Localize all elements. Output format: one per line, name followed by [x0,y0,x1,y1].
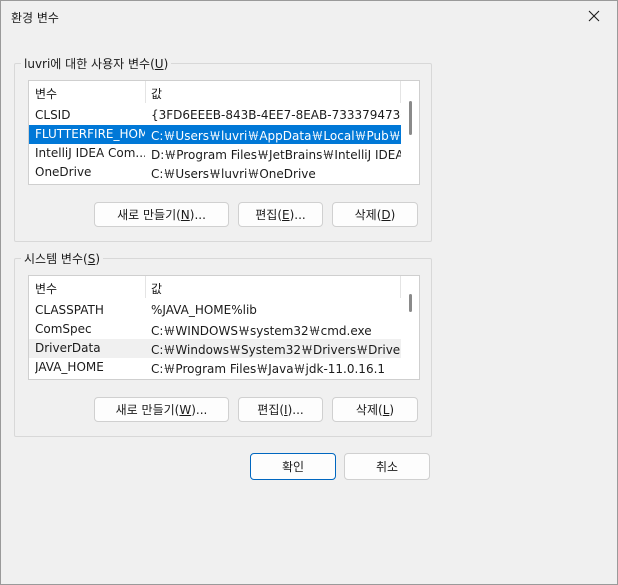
user-delete-button[interactable]: 삭제(D) [332,202,418,227]
list-header: 변수 값 [29,81,401,103]
variable-name: OneDrive [35,165,92,179]
title-bar: 환경 변수 [1,1,617,33]
column-header-value[interactable]: 값 [151,280,162,297]
system-variables-legend: 시스템 변수(S) [21,250,104,267]
table-row[interactable]: IntelliJ IDEA Com... D:￦Program Files￦Je… [29,144,401,163]
vertical-scrollbar[interactable] [403,276,419,379]
ok-button[interactable]: 확인 [250,453,336,480]
variable-value: C:￦Windows￦System32￦Drivers￦DriverData [151,343,401,357]
user-variables-group: luvri에 대한 사용자 변수(U) 변수 값 CLSID {3FD6EEEB… [14,55,432,242]
table-row[interactable]: CLASSPATH %JAVA_HOME%lib [29,301,401,320]
system-new-button[interactable]: 새로 만들기(W)... [94,397,229,422]
variable-value: C:￦Users￦luvri￦AppData￦Local￦Pub￦Cac... [151,129,401,143]
system-delete-button[interactable]: 삭제(L) [332,397,418,422]
scrollbar-thumb[interactable] [409,294,412,312]
variable-name: CLSID [35,108,71,122]
user-variables-list[interactable]: 변수 값 CLSID {3FD6EEEB-843B-4EE7-8EAB-7333… [28,80,420,185]
variable-name: IntelliJ IDEA Com... [35,146,145,160]
variable-name: CLASSPATH [35,303,104,317]
environment-variables-dialog: 환경 변수 luvri에 대한 사용자 변수(U) 변수 값 CLSID {3F… [0,0,618,585]
table-row[interactable]: OneDrive C:￦Users￦luvri￦OneDrive [29,163,401,182]
variable-value: %JAVA_HOME%lib [151,303,257,317]
variable-name: JAVA_HOME [35,360,104,374]
column-header-value[interactable]: 값 [151,85,162,102]
column-header-variable[interactable]: 변수 [35,280,57,297]
window-title: 환경 변수 [11,11,59,25]
table-row-selected[interactable]: FLUTTERFIRE_HOME C:￦Users￦luvri￦AppData￦… [29,125,401,144]
variable-name: DriverData [35,341,101,355]
close-button[interactable] [571,1,617,31]
user-variables-legend: luvri에 대한 사용자 변수(U) [21,55,172,72]
user-edit-button[interactable]: 편집(E)... [238,202,323,227]
list-header: 변수 값 [29,276,401,298]
table-row[interactable]: CLSID {3FD6EEEB-843B-4EE7-8EAB-733379473… [29,106,401,125]
scrollbar-thumb[interactable] [409,101,412,135]
vertical-scrollbar[interactable] [403,81,419,184]
table-row[interactable]: ComSpec C:￦WINDOWS￦system32￦cmd.exe [29,320,401,339]
system-variables-list[interactable]: 변수 값 CLASSPATH %JAVA_HOME%lib ComSpec C:… [28,275,420,380]
variable-value: D:￦Program Files￦JetBrains￦IntelliJ IDEA… [151,148,401,162]
system-variables-group: 시스템 변수(S) 변수 값 CLASSPATH %JAVA_HOME%lib … [14,250,432,437]
variable-value: C:￦WINDOWS￦system32￦cmd.exe [151,324,372,338]
variable-value: {3FD6EEEB-843B-4EE7-8EAB-733379473C... [151,108,401,122]
table-row-hovered[interactable]: DriverData C:￦Windows￦System32￦Drivers￦D… [29,339,401,358]
table-row[interactable]: JAVA_HOME C:￦Program Files￦Java￦jdk-11.0… [29,358,401,377]
system-edit-button[interactable]: 편집(I)... [238,397,323,422]
column-header-variable[interactable]: 변수 [35,85,57,102]
cancel-button[interactable]: 취소 [344,453,430,480]
close-icon [588,10,600,22]
variable-value: C:￦Program Files￦Java￦jdk-11.0.16.1 [151,362,386,376]
variable-name: ComSpec [35,322,92,336]
user-new-button[interactable]: 새로 만들기(N)... [94,202,229,227]
variable-value: C:￦Users￦luvri￦OneDrive [151,167,316,181]
variable-name: FLUTTERFIRE_HOME [35,127,145,141]
